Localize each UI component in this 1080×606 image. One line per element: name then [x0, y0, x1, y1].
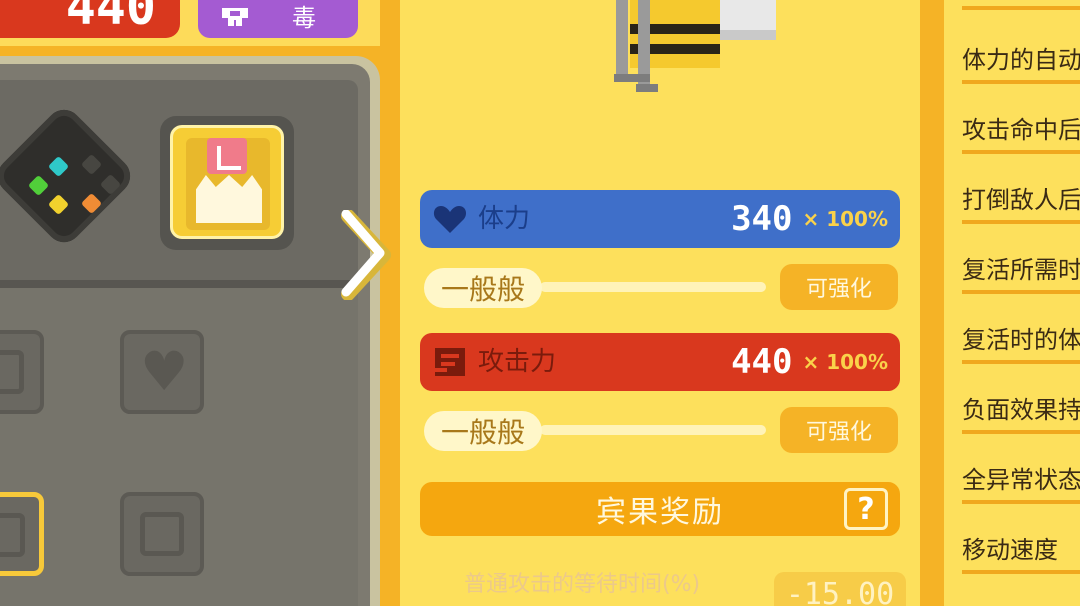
stone-slot[interactable]	[120, 492, 204, 576]
power-value: 440	[65, 0, 156, 36]
attack-stone-icon	[0, 350, 24, 394]
power-value-badge: 440	[0, 0, 180, 38]
skill-list-item[interactable]: 攻击命中后	[962, 110, 1080, 180]
hp-multiplier: × 100%	[802, 207, 888, 231]
attack-rank-label: 一般般	[424, 411, 542, 451]
skill-list-item[interactable]: 复活所需时	[962, 250, 1080, 320]
skill-divider	[962, 150, 1080, 154]
attack-value: 440	[731, 342, 793, 382]
panel-divider	[0, 280, 358, 288]
hp-rank-track	[540, 282, 766, 292]
attack-rank-row: 一般般 可强化	[420, 407, 900, 455]
poison-type-icon	[218, 4, 252, 30]
skill-list-separator	[962, 0, 1080, 36]
fist-icon	[432, 344, 468, 380]
attack-rank-track	[540, 425, 766, 435]
pokemon-sprite	[600, 0, 800, 100]
attack-stone-icon	[140, 512, 184, 556]
type-label: 毒	[292, 4, 316, 32]
right-border	[920, 0, 944, 606]
stone-slot-highlighted[interactable]	[0, 492, 44, 576]
skill-divider	[962, 80, 1080, 84]
attack-label: 攻击力	[478, 347, 557, 377]
hp-rank-row: 一般般 可强化	[420, 264, 900, 312]
skill-list-panel: 体力的自动 攻击命中后 打倒敌人后 复活所需时 复活时的体 负面效果持 全异常状…	[944, 0, 1080, 606]
skill-list-item[interactable]: 全异常状态	[962, 460, 1080, 530]
stone-slot[interactable]	[120, 330, 204, 414]
attack-stat-bar: 攻击力 440 × 100%	[420, 333, 900, 391]
skill-divider	[962, 500, 1080, 504]
hp-stat-bar: 体力 340 × 100%	[420, 190, 900, 248]
bingo-bonus-bar[interactable]: 宾果奖励 ?	[420, 482, 900, 536]
skill-divider	[962, 290, 1080, 294]
bonus-value: -15.00	[774, 572, 906, 606]
skill-list-item[interactable]: 移动速度	[962, 530, 1080, 600]
chevron-right-icon[interactable]	[336, 209, 396, 301]
skill-label: 体力的自动	[962, 46, 1080, 74]
stone-paper-icon	[196, 175, 262, 223]
attack-stone-icon	[0, 513, 25, 557]
skill-list-item[interactable]: 负面效果持	[962, 390, 1080, 460]
skill-label: 打倒敌人后	[962, 186, 1080, 214]
skill-divider	[962, 430, 1080, 434]
skill-divider	[962, 6, 1080, 10]
attack-upgrade-button[interactable]: 可强化	[780, 407, 898, 453]
attack-stone-icon	[207, 138, 247, 174]
heart-icon	[432, 201, 468, 237]
skill-label: 复活所需时	[962, 256, 1080, 284]
bonus-row: 普通攻击的等待时间(%) -15.00	[420, 560, 910, 606]
help-button[interactable]: ?	[844, 488, 888, 530]
attack-multiplier: × 100%	[802, 350, 888, 374]
skill-divider	[962, 360, 1080, 364]
skill-divider	[962, 570, 1080, 574]
skill-label: 攻击命中后	[962, 116, 1080, 144]
hp-upgrade-button[interactable]: 可强化	[780, 264, 898, 310]
hp-label: 体力	[478, 204, 531, 234]
skill-divider	[962, 220, 1080, 224]
skill-label: 负面效果持	[962, 396, 1080, 424]
skill-list-item[interactable]: 体力的自动	[962, 40, 1080, 110]
skill-list-item[interactable]: 复活时的体	[962, 320, 1080, 390]
bonus-label: 普通攻击的等待时间(%)	[464, 572, 701, 597]
skill-list-item[interactable]: 打倒敌人后	[962, 180, 1080, 250]
skill-label: 全异常状态	[962, 466, 1080, 494]
type-badge: 毒	[198, 0, 358, 38]
heart-stone-icon	[140, 340, 188, 403]
hp-rank-label: 一般般	[424, 268, 542, 308]
hp-value: 340	[731, 199, 793, 239]
stone-slot[interactable]	[0, 330, 44, 414]
skill-label: 移动速度	[962, 536, 1058, 564]
bingo-bonus-label: 宾果奖励	[596, 495, 724, 530]
skill-label: 复活时的体	[962, 326, 1080, 354]
